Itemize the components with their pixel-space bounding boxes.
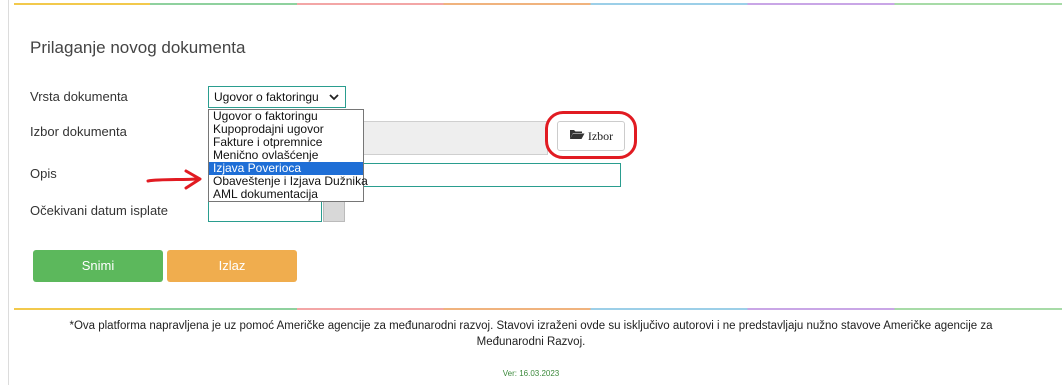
top-divider: [14, 3, 1062, 5]
label-expected-date: Očekivani datum isplate: [30, 203, 169, 218]
choose-file-label: Izbor: [587, 128, 614, 143]
doc-type-select[interactable]: Ugovor o faktoringu: [208, 86, 346, 108]
label-doc-choice: Izbor dokumenta: [30, 124, 127, 139]
bottom-divider: [14, 308, 1062, 310]
label-description: Opis: [30, 166, 57, 181]
label-doc-type: Vrsta dokumenta: [30, 89, 128, 104]
red-arrow-annotation: [146, 169, 202, 190]
footer-disclaimer: *Ova platforma napravljena je uz pomoć A…: [69, 320, 993, 348]
folder-open-icon: [569, 128, 585, 144]
exit-button[interactable]: Izlaz: [167, 250, 297, 282]
version-label: Ver: 16.03.2023: [502, 369, 560, 378]
doc-type-selected-value: Ugovor o faktoringu: [214, 90, 319, 104]
page-left-border: [8, 0, 9, 385]
dropdown-option[interactable]: AML dokumentacija: [209, 188, 363, 201]
choose-file-button[interactable]: Izbor: [557, 121, 625, 151]
save-button[interactable]: Snimi: [33, 250, 163, 282]
doc-type-dropdown-list[interactable]: Ugovor o faktoringu Kupoprodajni ugovor …: [208, 109, 368, 202]
page-title: Prilaganje novog dokumenta: [30, 38, 246, 57]
